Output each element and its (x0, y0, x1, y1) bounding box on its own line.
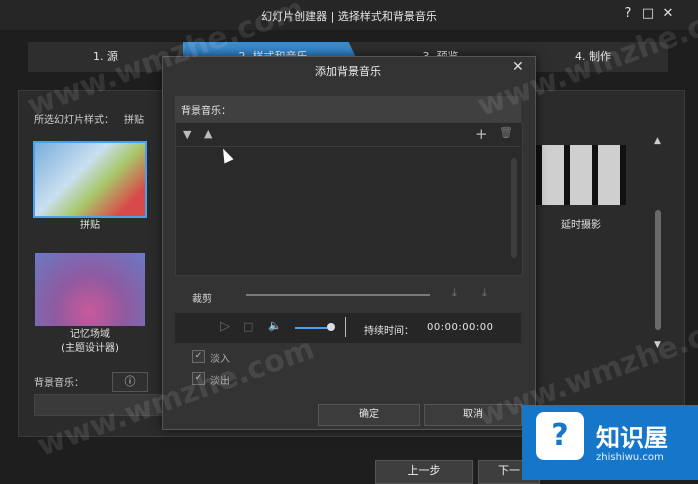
duration-label: 持续时间： (364, 326, 414, 337)
trim-start-icon[interactable]: ⤓ (452, 286, 457, 300)
play-icon[interactable]: ▷ (220, 319, 230, 334)
dialog-title: 添加背景音乐 (315, 65, 381, 78)
style-caption-timelapse: 延时摄影 (561, 220, 601, 231)
selected-style-value: 拼贴 (124, 115, 144, 126)
duration-value: 00:00:00:00 (427, 322, 494, 333)
music-list-header-label: 背景音乐： (181, 106, 231, 117)
ok-button[interactable]: 确定 (318, 404, 420, 426)
stop-icon[interactable]: □ (243, 320, 253, 333)
monitor-question-icon: ? (536, 412, 584, 460)
style-thumb-collage[interactable] (33, 141, 147, 218)
scroll-up-arrow[interactable]: ▲ (654, 136, 661, 146)
info-icon[interactable]: ⓘ (112, 372, 148, 392)
maximize-button[interactable]: □ (640, 6, 656, 21)
previous-button[interactable]: 上一步 (375, 460, 473, 484)
style-caption-collage: 拼贴 (80, 220, 100, 231)
trim-label: 裁剪 (192, 294, 212, 305)
add-icon[interactable]: + (475, 125, 488, 143)
style-caption-theme-designer: (主题设计器) (61, 343, 119, 354)
volume-icon[interactable]: 🔈 (268, 319, 282, 332)
move-up-icon[interactable]: ▲ (204, 127, 212, 140)
trim-slider[interactable] (246, 294, 430, 296)
fade-in-checkbox[interactable]: ✓ (192, 350, 205, 363)
volume-slider-knob[interactable] (327, 323, 335, 331)
move-down-icon[interactable]: ▼ (183, 128, 191, 141)
music-list-scrollbar[interactable] (511, 158, 517, 258)
window-title: 幻灯片创建器 | 选择样式和背景音乐 (261, 10, 437, 23)
delete-icon[interactable]: 🗑 (499, 126, 513, 139)
style-thumb-memory[interactable] (35, 253, 145, 326)
site-logo-title: 知识屋 (596, 424, 668, 452)
trim-end-icon[interactable]: ⤓ (482, 286, 487, 300)
help-button[interactable]: ? (620, 6, 636, 21)
music-list-toolbar: ▼ ▲ + 🗑 (175, 122, 521, 147)
background-music-label: 背景音乐： (34, 378, 84, 389)
site-logo-url: zhishiwu.com (596, 452, 664, 463)
style-thumb-timelapse[interactable] (536, 145, 626, 205)
volume-slider[interactable] (295, 327, 331, 329)
style-caption-memory: 记忆场域 (70, 329, 110, 340)
style-scrollbar-thumb[interactable] (655, 210, 661, 330)
divider (345, 317, 346, 337)
